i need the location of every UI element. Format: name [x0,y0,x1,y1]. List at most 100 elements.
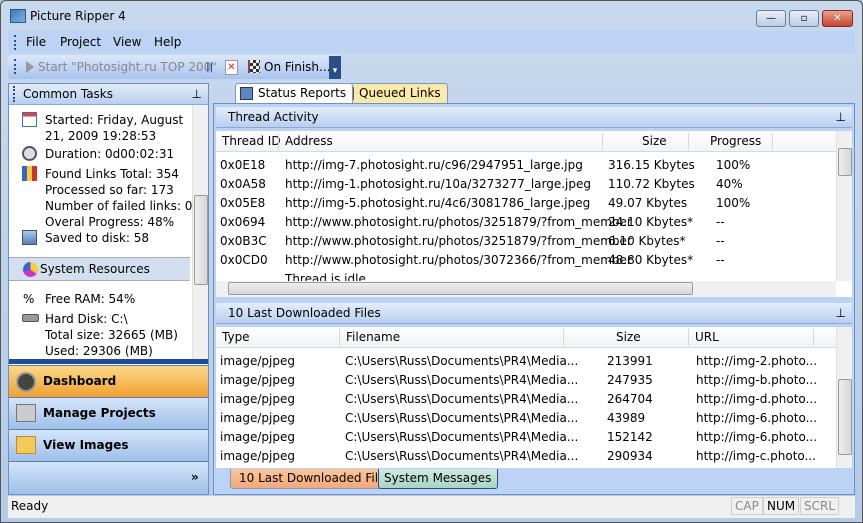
table-row[interactable]: 0x0B3C http://www.photosight.ru/photos/32… [216,232,836,251]
pin-icon[interactable]: ⊥ [836,303,846,323]
menu-help[interactable]: Help [154,35,181,49]
cell: 0x0B3C [220,234,267,248]
table-row[interactable]: 0x0CD0 http://www.photosight.ru/photos/30… [216,251,836,270]
cell: 213991 [607,354,653,368]
cell: 100% [716,158,751,172]
cap-indicator: CAP [731,497,763,515]
pause-button[interactable]: || [206,62,213,73]
col-size[interactable]: Size [610,327,641,348]
minimize-button[interactable]: — [756,10,786,27]
cell: -- [716,234,725,248]
table-row[interactable]: Thread is idle [216,270,836,281]
cell: image/pjpeg [220,373,295,387]
cell: 0x0CD0 [220,253,268,267]
thread-vscrollbar[interactable] [836,131,852,281]
checkered-flag-icon [248,60,260,73]
cell: http://www.photosight.ru/photos/3251879/… [285,234,632,248]
thread-table-header: Thread ID Address Size Progress [216,131,836,152]
window-title: Picture Ripper 4 [30,9,126,23]
cell: http://img-6.photo... [696,430,818,444]
menu-project[interactable]: Project [60,35,101,49]
cell: 49.07 Kbytes [608,196,688,210]
table-row[interactable]: 0x0694 http://www.photosight.ru/photos/32… [216,213,836,232]
cell: 152142 [607,430,653,444]
downloads-table-header: Type Filename Size URL [216,327,836,348]
disk-info: Hard Disk: C:\ Total size: 32665 (MB) Used… [45,312,178,358]
cell: 0x05E8 [220,196,266,210]
close-button[interactable]: ✕ [822,10,853,27]
maximize-button[interactable]: ▫ [789,10,819,27]
cell: http://img-d.photo... [696,392,818,406]
table-row[interactable]: 0x0E18 http://img-7.photosight.ru/c96/294… [216,156,836,175]
menu-view[interactable]: View [113,35,141,49]
table-row[interactable]: 0x05E8 http://img-5.photosight.ru/4c6/308… [216,194,836,213]
nav-view-images[interactable]: View Images [9,429,208,461]
table-row[interactable]: 0x0A58 http://img-1.photosight.ru/10a/327… [216,175,836,194]
table-row[interactable]: image/pjpeg C:\Users\Russ\Documents\PR4\M… [216,409,836,428]
on-finish-button[interactable]: On Finish... [264,60,330,74]
toolbar-grip[interactable] [14,59,16,74]
nav-dashboard[interactable]: Dashboard [9,365,208,397]
col-url[interactable]: URL [689,327,719,348]
table-row[interactable]: image/pjpeg C:\Users\Russ\Documents\PR4\M… [216,371,836,390]
downloads-table: Type Filename Size URL image/pjpeg C:\Use… [216,327,852,468]
links-stats: Found Links Total: 354 Processed so far: … [45,167,193,229]
cell: C:\Users\Russ\Documents\PR4\Media... [345,373,579,387]
downloads-vscrollbar[interactable] [836,327,852,468]
nav-more-area [9,461,208,494]
toolbar-overflow-button[interactable]: ▾ [329,56,341,79]
table-row[interactable]: image/pjpeg C:\Users\Russ\Documents\PR4\M… [216,447,836,466]
cell: 100% [716,196,751,210]
cell: 48.80 Kbytes* [608,253,694,267]
tab-system-messages[interactable]: System Messages [378,469,499,489]
splitter[interactable] [9,359,208,364]
col-type[interactable]: Type [216,327,250,348]
menu-grip[interactable] [14,35,16,50]
status-bar [8,496,855,518]
pin-icon[interactable]: ⊥ [836,107,846,127]
cell: image/pjpeg [220,449,295,463]
table-row[interactable]: image/pjpeg C:\Users\Russ\Documents\PR4\M… [216,428,836,447]
cell: C:\Users\Russ\Documents\PR4\Media... [345,430,579,444]
col-thread-id[interactable]: Thread ID [216,131,281,152]
app-logo-icon [10,9,26,23]
col-address[interactable]: Address [279,131,333,152]
started-text: Started: Friday, August 21, 2009 19:28:53 [45,113,184,143]
tasks-scrollbar[interactable] [192,105,208,359]
cell: http://img-b.photo... [696,373,818,387]
cell: -- [716,253,725,267]
start-button[interactable]: Start "Photosight.ru TOP 200" [38,60,217,74]
panel-grip[interactable] [13,86,15,102]
pie-chart-icon [23,262,38,277]
cell: 110.72 Kbytes [608,177,695,191]
cell: 43989 [607,411,646,425]
saved-text: Saved to disk: 58 [45,231,150,245]
cell: Thread is idle [285,272,366,281]
pin-icon[interactable]: ⊥ [192,84,202,104]
thread-hscrollbar[interactable] [216,281,836,297]
col-size[interactable]: Size [636,131,667,152]
scrl-indicator: SCRL [800,497,840,515]
more-buttons-icon[interactable]: » [191,470,199,484]
cell: C:\Users\Russ\Documents\PR4\Media... [345,354,579,368]
cell: http://img-1.photosight.ru/10a/3273277_l… [285,177,591,191]
menu-file[interactable]: File [26,35,46,49]
free-ram-text: Free RAM: 54% [45,292,136,306]
dashboard-icon [16,372,36,392]
stop-button[interactable]: ✕ [225,60,238,75]
cell: 316.15 Kbytes [608,158,695,172]
tab-last-downloaded[interactable]: 10 Last Downloaded Files [230,469,399,489]
common-tasks-header: Common Tasks ⊥ [9,84,208,105]
cell: http://www.photosight.ru/photos/3251879/… [285,215,632,229]
images-folder-icon [16,436,36,454]
col-filename[interactable]: Filename [340,327,400,348]
common-tasks-title: Common Tasks [23,87,114,101]
table-row[interactable]: image/pjpeg C:\Users\Russ\Documents\PR4\M… [216,352,836,371]
cell: C:\Users\Russ\Documents\PR4\Media... [345,392,579,406]
col-progress[interactable]: Progress [704,131,761,152]
cell: 290934 [607,449,653,463]
nav-manage-projects[interactable]: Manage Projects [9,397,208,429]
image-icon [22,230,37,245]
table-row[interactable]: image/pjpeg C:\Users\Russ\Documents\PR4\M… [216,390,836,409]
cell: image/pjpeg [220,392,295,406]
